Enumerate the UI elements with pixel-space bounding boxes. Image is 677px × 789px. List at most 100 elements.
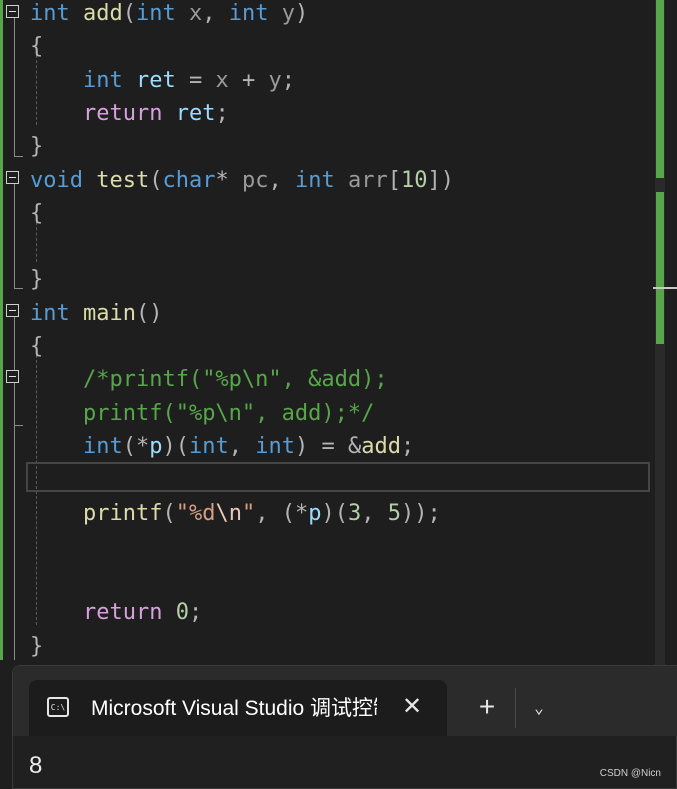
code-token: ; — [400, 433, 415, 459]
code-token: int — [82, 67, 123, 93]
code-token: } — [30, 633, 44, 659]
code-token: pc — [241, 167, 269, 193]
terminal-tab[interactable]: C:\ Microsoft Visual Studio 调试控制台 ✕ — [29, 680, 447, 736]
code-token: add — [83, 1, 123, 26]
code-token: ; — [281, 67, 295, 93]
code-token: int — [188, 433, 229, 459]
code-token: * — [215, 167, 242, 193]
code-token: p — [308, 500, 322, 526]
collapse-add-icon[interactable] — [6, 5, 19, 18]
code-token: ; — [215, 100, 229, 126]
code-token: , — [202, 1, 229, 26]
tab-title: Microsoft Visual Studio 调试控制台 — [91, 697, 377, 720]
code-token: + — [228, 67, 269, 93]
code-token: 0 — [175, 600, 189, 626]
code-line[interactable]: { — [30, 197, 43, 230]
code-token: "%d — [175, 500, 216, 526]
code-line[interactable]: int add(int x, int y) — [30, 0, 308, 30]
watermark: CSDN @Nicn — [599, 768, 661, 779]
code-line[interactable]: /*printf("%p\n", &add); — [30, 363, 388, 396]
code-token: y — [281, 1, 295, 26]
code-token: x — [189, 1, 203, 26]
code-line[interactable]: } — [30, 130, 43, 163]
code-line[interactable]: return ret; — [30, 97, 229, 130]
new-tab-button[interactable]: + — [471, 692, 503, 724]
code-token: ret — [135, 67, 176, 93]
code-editor[interactable]: int add(int x, int y){ int ret = x + y; … — [0, 0, 677, 665]
code-token: printf — [82, 500, 163, 526]
code-token: , — [361, 500, 388, 526]
code-token: } — [30, 267, 44, 293]
code-token: p — [149, 433, 163, 459]
code-token: return — [82, 600, 163, 626]
scrollbar-caret-marker — [653, 287, 677, 289]
code-token: void — [30, 167, 83, 193]
code-line[interactable]: return 0; — [30, 596, 202, 629]
code-token: 5 — [387, 500, 401, 526]
code-token: test — [96, 167, 150, 193]
fold-end-comment — [14, 425, 23, 426]
scrollbar-change-mark — [656, 0, 664, 178]
code-token: " — [241, 500, 256, 526]
code-token: )); — [400, 500, 441, 526]
code-token: { — [30, 334, 44, 359]
code-token: 10 — [400, 167, 428, 193]
code-token: int — [136, 1, 176, 26]
code-token: int — [255, 433, 295, 459]
tab-divider — [515, 688, 516, 728]
fold-guide-main — [14, 317, 15, 660]
code-line[interactable]: printf("%d\n", (*p)(3, 5)); — [30, 497, 441, 530]
code-line[interactable]: int main() — [30, 297, 162, 330]
code-line[interactable]: } — [30, 263, 43, 296]
console-icon: C:\ — [47, 697, 69, 717]
code-token: main — [83, 300, 136, 326]
code-token: int — [228, 1, 269, 26]
code-token: x — [215, 67, 229, 93]
current-line-highlight — [26, 462, 650, 492]
chevron-down-icon[interactable]: ⌄ — [523, 692, 555, 724]
code-token: char — [162, 167, 216, 193]
code-token: ( — [122, 1, 136, 26]
code-token: { — [30, 200, 44, 226]
code-line[interactable]: { — [30, 330, 43, 363]
code-line[interactable]: int(*p)(int, int) = &add; — [30, 430, 414, 463]
code-token: ) = & — [294, 433, 362, 459]
code-line[interactable]: printf("%p\n", add);*/ — [30, 397, 374, 430]
close-tab-icon[interactable]: ✕ — [397, 692, 427, 722]
collapse-test-icon[interactable] — [6, 171, 19, 184]
code-line[interactable]: } — [30, 630, 43, 663]
change-indicator — [0, 0, 3, 660]
code-token: ( — [162, 500, 176, 526]
fold-end-add — [14, 156, 23, 157]
code-token: , (* — [255, 500, 309, 526]
code-token: [ — [387, 167, 401, 193]
code-token: return — [82, 100, 163, 126]
code-line[interactable]: { — [30, 30, 43, 63]
code-line[interactable]: void test(char* pc, int arr[10]) — [30, 164, 454, 197]
code-token: int — [30, 1, 70, 26]
code-token: () — [135, 300, 163, 326]
collapse-main-icon[interactable] — [6, 304, 19, 317]
code-token: ]) — [427, 167, 454, 193]
code-token: int — [294, 167, 335, 193]
code-token: ) — [295, 1, 309, 26]
debug-console-window[interactable]: C:\ Microsoft Visual Studio 调试控制台 ✕ + ⌄ … — [12, 665, 677, 789]
console-output: 8 — [29, 752, 43, 779]
collapse-comment-icon[interactable] — [6, 370, 19, 383]
code-token: arr — [347, 167, 388, 193]
code-line[interactable]: int ret = x + y; — [30, 64, 295, 97]
